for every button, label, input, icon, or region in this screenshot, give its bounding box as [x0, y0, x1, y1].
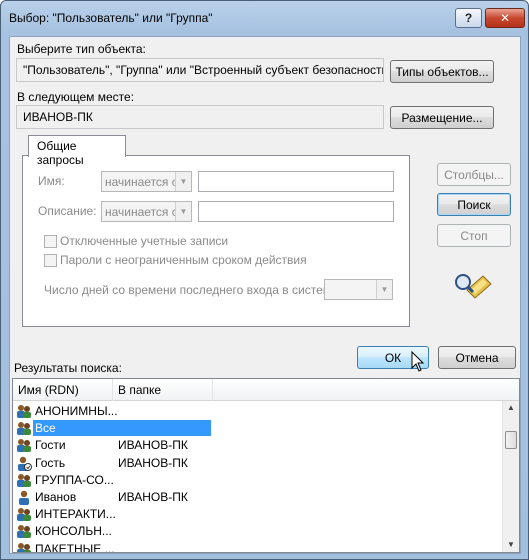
table-row[interactable]: Иванов ИВАНОВ-ПК	[13, 489, 508, 506]
stop-button[interactable]: Стоп	[437, 224, 511, 247]
group-icon	[16, 473, 32, 488]
table-row[interactable]: Гость ИВАНОВ-ПК	[13, 455, 508, 472]
name-label: Имя:	[38, 174, 65, 188]
nonexpiring-passwords-checkbox[interactable]	[44, 254, 57, 267]
object-types-button[interactable]: Типы объектов...	[390, 60, 494, 83]
name-mode-select[interactable]: начинается с ▼	[101, 171, 192, 192]
row-name: ПАКЕТНЫЕ ...	[35, 541, 115, 553]
dialog-body: Выберите тип объекта: "Пользователь", "Г…	[9, 36, 521, 554]
table-row[interactable]: ГРУППА-СО...	[13, 472, 508, 489]
table-row[interactable]: ИНТЕРАКТИ...	[13, 506, 508, 523]
scrollbar-thumb[interactable]	[505, 431, 517, 449]
row-name: КОНСОЛЬН...	[35, 524, 112, 539]
column-header-name[interactable]: Имя (RDN)	[13, 379, 113, 401]
row-name: Иванов	[35, 490, 77, 504]
description-label: Описание:	[38, 204, 97, 218]
table-row[interactable]: ПАКЕТНЫЕ ...	[13, 541, 508, 553]
disabled-accounts-checkbox[interactable]	[44, 235, 57, 248]
row-name: Гость	[35, 455, 66, 470]
title-bar[interactable]: Выбор: "Пользователь" или "Группа" ? ✕	[1, 1, 528, 37]
object-type-field: "Пользователь", "Группа" или "Встроенный…	[16, 58, 384, 82]
row-name: Все	[33, 420, 211, 437]
search-results-list[interactable]: Имя (RDN) В папке АНОНИМНЫ... Все Гости ИВА…	[12, 378, 520, 553]
description-mode-select[interactable]: начинается с ▼	[101, 201, 192, 222]
row-name: АНОНИМНЫ...	[35, 404, 118, 418]
row-name: ГРУППА-СО...	[35, 472, 114, 487]
group-icon	[16, 438, 32, 453]
row-name: ИНТЕРАКТИ...	[35, 507, 116, 522]
tab-common-queries[interactable]: Общие запросы	[28, 135, 126, 167]
window-title: Выбор: "Пользователь" или "Группа"	[9, 11, 213, 25]
location-field: ИВАНОВ-ПК	[16, 105, 384, 129]
group-icon	[16, 404, 32, 419]
results-header: Имя (RDN) В папке	[13, 379, 519, 401]
locations-button[interactable]: Размещение...	[390, 106, 494, 129]
chevron-down-icon: ▼	[376, 280, 392, 299]
columns-button[interactable]: Столбцы...	[437, 163, 511, 186]
object-type-label: Выберите тип объекта:	[17, 42, 146, 56]
group-icon	[16, 421, 32, 436]
results-scrollbar[interactable]: ▲ ▼	[502, 401, 519, 552]
table-row[interactable]: Все	[13, 420, 508, 437]
row-folder: ИВАНОВ-ПК	[118, 455, 188, 470]
search-flashlight-icon	[455, 274, 492, 299]
mouse-cursor-icon	[411, 351, 425, 372]
chevron-down-icon: ▼	[175, 202, 191, 221]
table-row[interactable]: АНОНИМНЫ...	[13, 403, 508, 420]
group-icon	[16, 542, 32, 552]
location-label: В следующем месте:	[17, 90, 135, 104]
days-since-logon-label: Число дней со времени последнего входа в…	[44, 283, 341, 297]
disabled-accounts-label: Отключенные учетные записи	[60, 234, 229, 248]
name-mode-value: начинается с	[105, 175, 178, 189]
group-icon	[16, 524, 32, 539]
group-icon	[16, 507, 32, 522]
row-folder: ИВАНОВ-ПК	[118, 438, 188, 453]
row-folder: ИВАНОВ-ПК	[118, 490, 188, 504]
description-mode-value: начинается с	[105, 205, 178, 219]
scroll-down-icon[interactable]: ▼	[507, 540, 515, 549]
description-input[interactable]	[198, 201, 394, 222]
search-results-label: Результаты поиска:	[14, 361, 122, 375]
name-input[interactable]	[198, 171, 394, 192]
help-button[interactable]: ?	[455, 8, 482, 28]
cancel-button[interactable]: Отмена	[438, 346, 516, 369]
close-button[interactable]: ✕	[485, 8, 525, 28]
chevron-down-icon: ▼	[175, 172, 191, 191]
user-icon	[16, 490, 32, 505]
days-since-logon-select[interactable]: ▼	[324, 279, 393, 300]
dialog-window: Выбор: "Пользователь" или "Группа" ? ✕ В…	[0, 0, 529, 560]
common-queries-panel: Имя: начинается с ▼ Описание: начинается…	[22, 155, 410, 327]
table-row[interactable]: КОНСОЛЬН...	[13, 523, 508, 540]
table-row[interactable]: Гости ИВАНОВ-ПК	[13, 437, 508, 454]
row-name: Гости	[35, 438, 66, 453]
scroll-up-icon[interactable]: ▲	[507, 403, 515, 412]
nonexpiring-passwords-label: Пароли с неограниченным сроком действия	[60, 253, 307, 267]
user-disabled-icon	[16, 456, 32, 471]
column-header-folder[interactable]: В папке	[113, 379, 213, 401]
search-button[interactable]: Поиск	[437, 193, 511, 216]
